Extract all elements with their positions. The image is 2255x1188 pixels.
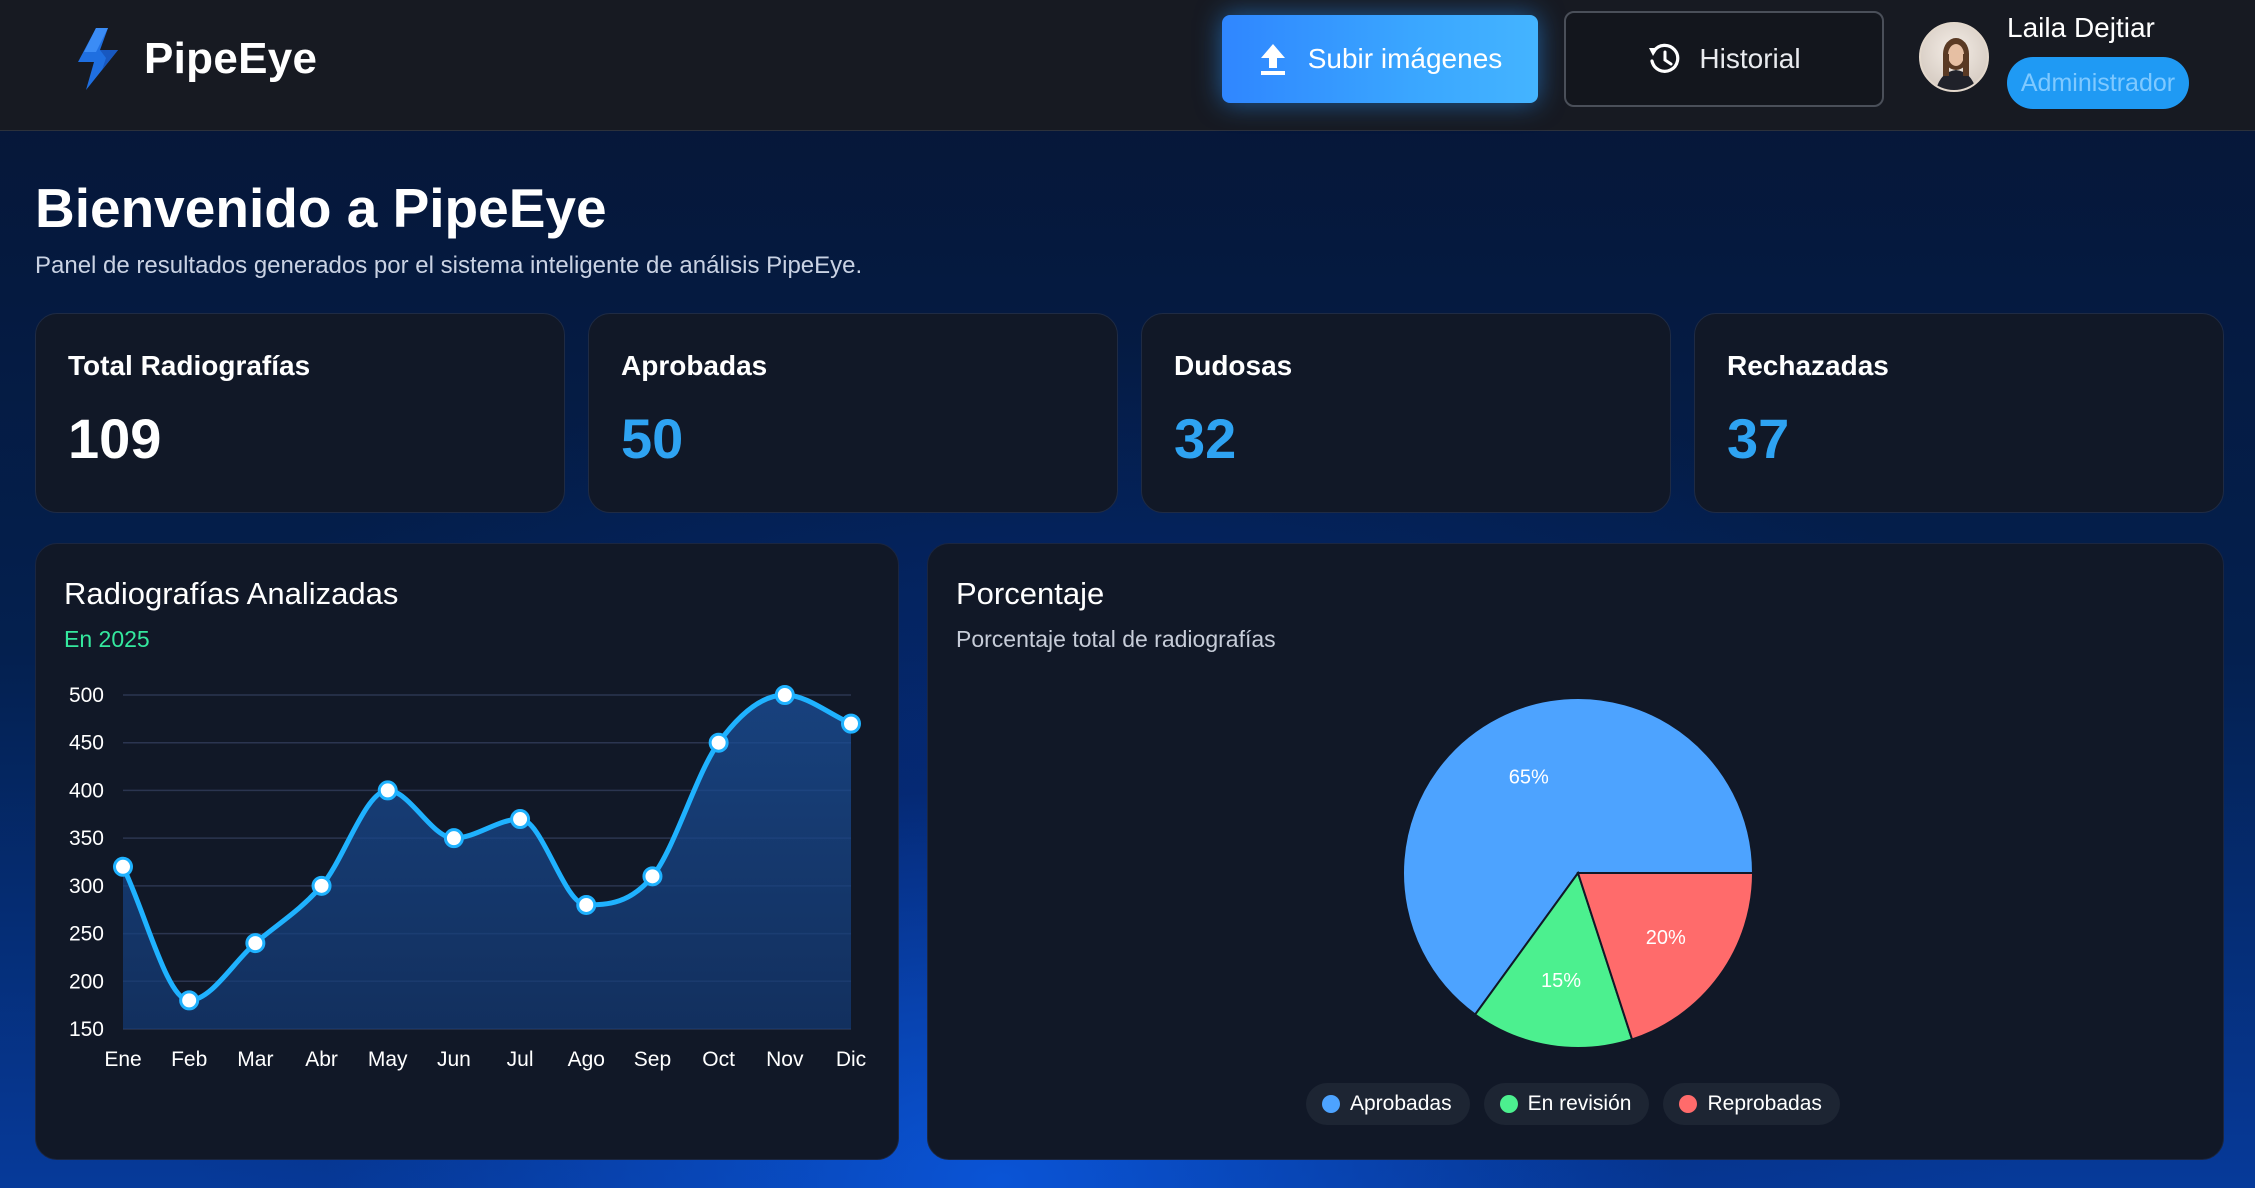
user-photo	[1935, 38, 1977, 90]
user-avatar[interactable]	[1919, 22, 1989, 92]
line-area	[123, 695, 851, 1029]
line-point	[443, 828, 464, 849]
legend-dot	[1679, 1095, 1698, 1113]
y-tick-label: 450	[69, 732, 104, 755]
line-point	[708, 732, 729, 753]
stat-card-rejected: Rechazadas 37	[1694, 313, 2224, 513]
line-point	[245, 933, 266, 954]
stat-value: 32	[1174, 407, 1237, 470]
line-point	[113, 856, 133, 877]
legend-item-approved[interactable]: Aprobadas	[1306, 1083, 1470, 1125]
stat-label: Rechazadas	[1727, 350, 1889, 381]
top-navbar: PipeEye Subir imágenes Historial Laila D…	[0, 0, 2255, 131]
stat-label: Aprobadas	[621, 350, 768, 381]
stat-card-total: Total Radiografías 109	[35, 313, 565, 513]
x-tick-label: Ene	[104, 1048, 141, 1071]
line-point	[576, 894, 597, 915]
brand[interactable]: PipeEye	[72, 26, 317, 92]
legend-item-rejected[interactable]: Reprobadas	[1663, 1083, 1840, 1125]
history-icon	[1649, 43, 1680, 73]
stat-label: Dudosas	[1174, 350, 1293, 381]
stat-card-approved: Aprobadas 50	[588, 313, 1118, 513]
x-tick-label: Jul	[507, 1048, 534, 1071]
y-tick-label: 300	[69, 875, 104, 898]
x-tick-label: Dic	[836, 1048, 866, 1071]
x-tick-label: Nov	[766, 1048, 804, 1071]
x-tick-label: Feb	[171, 1048, 207, 1071]
upload-icon	[1260, 44, 1285, 75]
line-point	[774, 685, 795, 705]
stat-value: 50	[621, 407, 684, 470]
legend-label: En revisión	[1527, 1092, 1632, 1115]
x-tick-label: Abr	[305, 1048, 338, 1071]
user-name: Laila Dejtiar	[2007, 12, 2155, 43]
line-point	[311, 875, 332, 896]
user-role-badge: Administrador	[2007, 57, 2189, 109]
x-tick-label: Mar	[237, 1048, 273, 1071]
stat-label: Total Radiografías	[68, 350, 311, 381]
pie-slice-label: 20%	[1646, 927, 1686, 949]
page-title: Bienvenido a PipeEye	[35, 177, 607, 239]
legend-dot	[1499, 1095, 1518, 1113]
legend-item-review[interactable]: En revisión	[1483, 1083, 1650, 1125]
history-button[interactable]: Historial	[1564, 11, 1884, 107]
stat-value: 109	[68, 407, 162, 470]
line-point	[510, 809, 531, 830]
legend-label: Reprobadas	[1707, 1092, 1822, 1115]
pie-legend: Aprobadas En revisión Reprobadas	[1306, 1083, 1840, 1125]
line-point	[179, 990, 200, 1011]
line-point	[642, 866, 663, 887]
upload-images-button[interactable]: Subir imágenes	[1222, 15, 1538, 103]
y-tick-label: 400	[69, 779, 104, 802]
brand-name: PipeEye	[144, 34, 318, 83]
x-tick-label: Oct	[702, 1048, 735, 1071]
y-tick-label: 250	[69, 923, 104, 946]
line-chart: 150 200 250 300 350 400 450 500 Ene Feb Mar Abr May J…	[69, 684, 866, 1071]
x-tick-label: Ago	[568, 1048, 605, 1071]
line-point	[377, 780, 398, 801]
x-tick-label: May	[368, 1048, 408, 1071]
pie-chart: 65% 15% 20%	[1402, 697, 1755, 1049]
y-tick-label: 350	[69, 827, 104, 850]
upload-images-label: Subir imágenes	[1307, 43, 1503, 74]
history-label: Historial	[1699, 43, 1801, 74]
y-tick-label: 500	[69, 684, 104, 707]
pie-chart-panel: Porcentaje Porcentaje total de radiograf…	[927, 543, 2224, 1160]
stat-card-doubtful: Dudosas 32	[1141, 313, 1671, 513]
y-tick-label: 150	[69, 1018, 104, 1041]
line-chart-panel: Radiografías Analizadas En 2025 150 200 25…	[35, 543, 899, 1160]
stat-value: 37	[1727, 407, 1790, 470]
lightning-logo-icon	[78, 28, 118, 90]
y-tick-label: 200	[69, 970, 104, 993]
line-point	[841, 713, 861, 734]
legend-dot	[1322, 1095, 1340, 1113]
page-subtitle: Panel de resultados generados por el sis…	[35, 252, 863, 279]
legend-label: Aprobadas	[1350, 1092, 1452, 1115]
x-tick-label: Jun	[437, 1048, 471, 1071]
pie-slice-label: 15%	[1541, 970, 1581, 992]
x-tick-label: Sep	[634, 1048, 671, 1071]
pie-slice-label: 65%	[1509, 766, 1549, 788]
